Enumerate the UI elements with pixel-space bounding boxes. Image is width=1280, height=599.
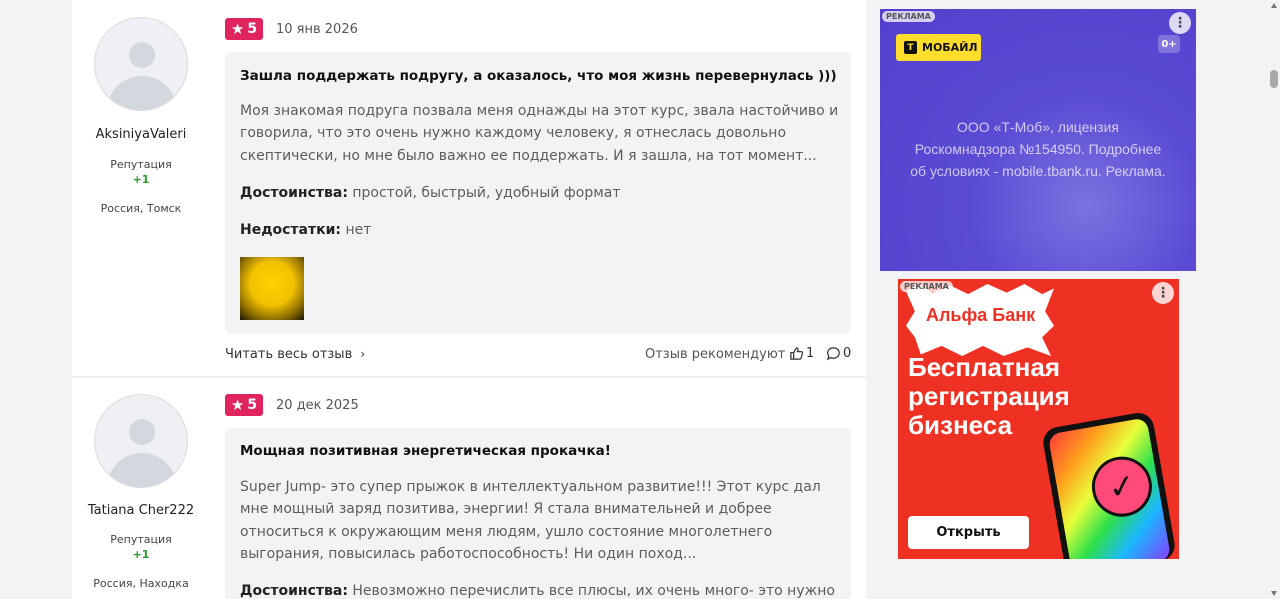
review-item: Tatiana Cher222 Репутация +1 Россия, Нах… bbox=[72, 380, 866, 599]
star-icon: ★ bbox=[230, 395, 245, 414]
review-item: AksiniyaValeri Репутация +1 Россия, Томс… bbox=[72, 0, 866, 378]
review-title[interactable]: Зашла поддержать подругу, а оказалось, ч… bbox=[240, 68, 837, 84]
rating-badge: ★ 5 bbox=[225, 394, 263, 416]
username[interactable]: AksiniyaValeri bbox=[72, 127, 210, 142]
avatar-head bbox=[129, 42, 155, 68]
pros-label: Достоинства: bbox=[240, 185, 348, 201]
avatar-body bbox=[107, 453, 177, 487]
read-full-review-link[interactable]: Читать весь отзыв › bbox=[225, 347, 365, 362]
comment-icon bbox=[826, 347, 840, 361]
alfa-bank-ad-banner[interactable]: Альфа Банк РЕКЛАМА ⋮ Бесплатная регистра… bbox=[898, 279, 1179, 559]
likes-count: 1 bbox=[806, 346, 815, 361]
review-date: 20 дек 2025 bbox=[276, 398, 359, 413]
cons-text: нет bbox=[345, 222, 372, 238]
review-date: 10 янв 2026 bbox=[276, 22, 358, 37]
page: AksiniyaValeri Репутация +1 Россия, Томс… bbox=[0, 0, 1280, 599]
t-logo-icon: Т bbox=[904, 41, 917, 54]
rating-value: 5 bbox=[247, 21, 258, 37]
review-pros: Достоинства: простой, быстрый, удобный ф… bbox=[240, 185, 840, 201]
review-title[interactable]: Мощная позитивная энергетическая прокачк… bbox=[240, 443, 611, 459]
rating-value: 5 bbox=[247, 397, 258, 413]
comments-count: 0 bbox=[843, 346, 852, 361]
review-pros: Достоинства: Невозможно перечислить все … bbox=[240, 583, 840, 599]
open-button[interactable]: Открыть bbox=[908, 516, 1029, 549]
ad-legal-text: ООО «Т-Моб», лицензия Роскомнадзора №154… bbox=[910, 119, 1166, 179]
star-icon: ★ bbox=[230, 19, 245, 38]
rating-badge: ★ 5 bbox=[225, 18, 263, 40]
reviews-column: AksiniyaValeri Репутация +1 Россия, Томс… bbox=[72, 0, 866, 599]
more-vertical-icon[interactable]: ⋮ bbox=[1169, 12, 1191, 34]
avatar[interactable] bbox=[94, 17, 188, 111]
page-scrollbar[interactable] bbox=[1268, 0, 1280, 599]
review-text: Super Jump- это супер прыжок в интеллект… bbox=[240, 479, 821, 562]
recommend-label: Отзыв рекомендуют bbox=[645, 347, 786, 362]
alfa-brand-text: Альфа Банк bbox=[926, 305, 1036, 325]
reputation-value: +1 bbox=[132, 548, 150, 561]
scroll-up-arrow-icon[interactable] bbox=[1271, 3, 1277, 8]
user-location: Россия, Находка bbox=[93, 577, 189, 590]
chevron-right-icon: › bbox=[360, 347, 366, 361]
read-more-label: Читать весь отзыв bbox=[225, 347, 353, 362]
tmobile-brand-text: МОБАЙЛ bbox=[922, 41, 978, 54]
review-card: Мощная позитивная энергетическая прокачк… bbox=[225, 428, 851, 599]
thumbs-up-icon bbox=[790, 347, 804, 360]
review-text: Моя знакомая подруга позвала меня однажд… bbox=[240, 103, 839, 164]
avatar[interactable] bbox=[94, 394, 188, 488]
ad-label: РЕКЛАМА bbox=[882, 11, 935, 22]
phone-illustration: ✓ bbox=[1040, 410, 1178, 559]
pros-text: простой, быстрый, удобный формат bbox=[352, 185, 621, 201]
tmobile-ad-banner[interactable]: РЕКЛАМА ⋮ 0+ Т МОБАЙЛ ООО «Т-Моб», лицен… bbox=[880, 9, 1196, 271]
cons-label: Недостатки: bbox=[240, 222, 342, 238]
review-photo-thumbnail[interactable] bbox=[240, 257, 304, 320]
reputation-label: Репутация bbox=[110, 158, 172, 171]
reputation-value: +1 bbox=[132, 173, 150, 186]
age-rating-badge: 0+ bbox=[1158, 35, 1180, 53]
ad-label: РЕКЛАМА bbox=[900, 281, 953, 292]
username[interactable]: Tatiana Cher222 bbox=[72, 503, 210, 518]
review-cons: Недостатки: нет bbox=[240, 222, 840, 238]
user-location: Россия, Томск bbox=[100, 202, 182, 215]
comments-button[interactable]: 0 bbox=[826, 346, 851, 361]
scrollbar-thumb[interactable] bbox=[1270, 70, 1278, 88]
reputation-label: Репутация bbox=[110, 533, 172, 546]
more-vertical-icon[interactable]: ⋮ bbox=[1152, 282, 1174, 304]
avatar-body bbox=[107, 76, 177, 110]
avatar-head bbox=[129, 419, 155, 445]
tmobile-logo: Т МОБАЙЛ bbox=[896, 34, 981, 61]
like-button[interactable]: 1 bbox=[789, 346, 814, 361]
scroll-down-arrow-icon[interactable] bbox=[1271, 591, 1277, 596]
pros-label: Достоинства: bbox=[240, 583, 348, 599]
pros-text: Невозможно перечислить все плюсы, их оче… bbox=[352, 583, 835, 599]
review-card: Зашла поддержать подругу, а оказалось, ч… bbox=[225, 52, 851, 334]
